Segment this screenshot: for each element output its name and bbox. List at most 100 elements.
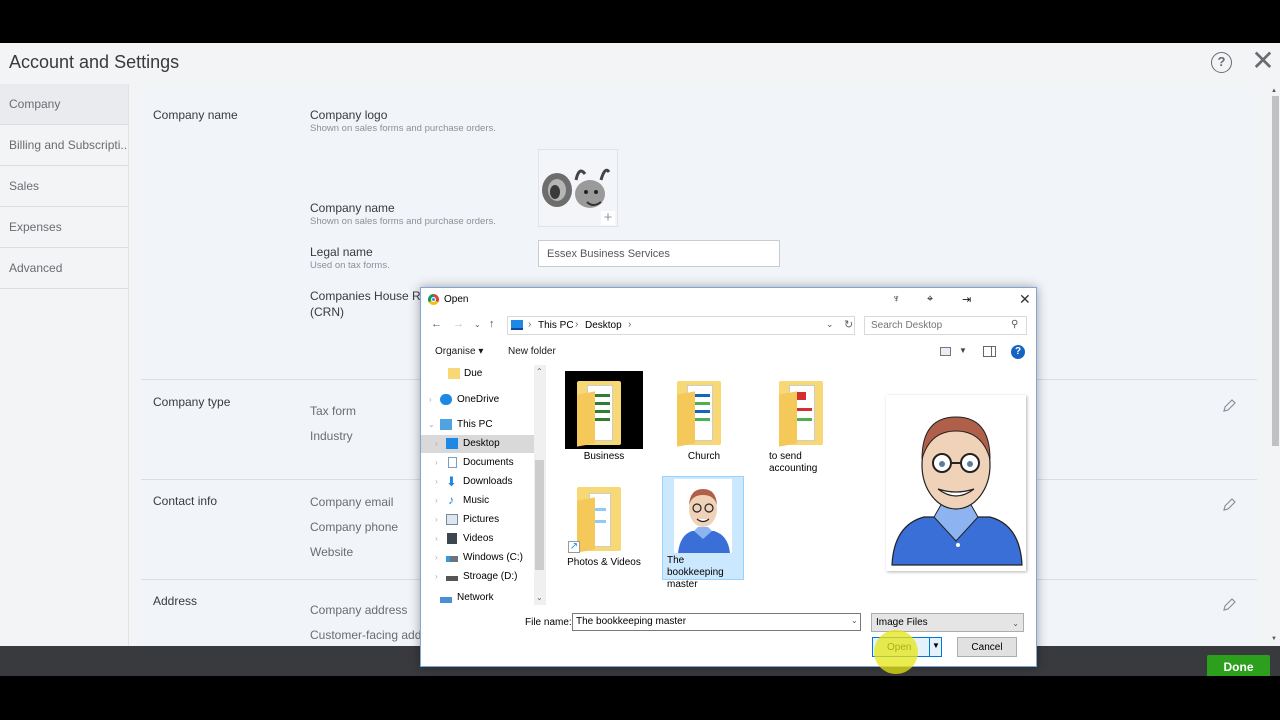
folder-shortcut-icon: ↗	[565, 477, 643, 555]
pencil-icon[interactable]	[1221, 597, 1237, 613]
navigation-row: ← → ⌄ ↑ › This PC › Desktop › ⌄ ↻ ⚲	[421, 316, 1036, 336]
file-item-business[interactable]: Business	[563, 371, 645, 463]
folder-icon	[448, 368, 460, 379]
question-circle-icon[interactable]: ?	[1211, 52, 1232, 73]
dialog-close-icon[interactable]: ✕	[1019, 291, 1031, 308]
folder-icon	[665, 371, 743, 449]
chevron-down-icon[interactable]: ⌄	[428, 416, 435, 434]
dialog-title-bar[interactable]: Open ♆ ⌖ ⇥ ✕	[421, 288, 1036, 312]
tree-scrollbar-thumb[interactable]	[535, 460, 544, 570]
tree-item-downloads[interactable]: › ⬇ Downloads	[421, 473, 534, 491]
pencil-icon[interactable]	[1221, 497, 1237, 513]
sidebar-item-company[interactable]: Company	[0, 84, 128, 125]
drive-icon	[446, 576, 458, 581]
up-arrow-icon[interactable]: ↑	[489, 318, 495, 330]
file-item-photos-videos[interactable]: ↗ Photos & Videos	[563, 477, 645, 569]
preview-pane	[868, 365, 1036, 605]
file-name: The bookkeeping master	[667, 555, 724, 590]
file-name-dropdown-icon[interactable]: ⌄	[851, 616, 858, 625]
pin-tool-icon[interactable]: ♆	[892, 293, 900, 305]
refresh-icon[interactable]: ↻	[844, 318, 853, 331]
page-scrollbar[interactable]: ▲ ▼	[1270, 88, 1280, 646]
open-button[interactable]: Open ▼	[872, 637, 942, 657]
close-icon[interactable]: ✕	[1251, 47, 1275, 75]
help-icon[interactable]: ?	[1011, 345, 1025, 359]
done-button[interactable]: Done	[1207, 655, 1270, 676]
tree-item-pictures[interactable]: › Pictures	[421, 511, 534, 529]
scroll-up-arrow-icon[interactable]: ▲	[1271, 88, 1277, 94]
open-file-dialog: Open ♆ ⌖ ⇥ ✕ ← → ⌄ ↑ › This PC › Desktop…	[420, 287, 1037, 674]
file-name: to send accounting	[769, 451, 818, 474]
change-view-icon[interactable]	[940, 347, 951, 356]
company-name-input[interactable]	[538, 240, 780, 267]
section-label: Company name	[153, 108, 238, 122]
view-options-dropdown-icon[interactable]: ▼	[959, 346, 967, 355]
scroll-down-arrow-icon[interactable]: ▼	[1271, 636, 1277, 642]
chevron-right-icon[interactable]: ›	[429, 391, 432, 409]
address-dropdown-icon[interactable]: ⌄	[826, 319, 834, 330]
address-bar[interactable]: › This PC › Desktop › ⌄ ↻	[507, 316, 855, 335]
chevron-right-icon[interactable]: ›	[435, 473, 438, 491]
onedrive-icon	[440, 394, 452, 405]
chevron-right-icon[interactable]: ›	[435, 492, 438, 510]
tree-item-windows-c[interactable]: › Windows (C:)	[421, 549, 534, 567]
company-logo-label: Company logo	[310, 108, 388, 122]
drive-icon	[446, 556, 458, 562]
chevron-right-icon[interactable]: ›	[435, 530, 438, 548]
search-desktop-input[interactable]	[864, 316, 1027, 335]
export-tool-icon[interactable]: ⇥	[962, 293, 971, 306]
plus-icon[interactable]: +	[601, 210, 615, 225]
crosshair-tool-icon[interactable]: ⌖	[927, 293, 933, 306]
forward-arrow-icon[interactable]: →	[453, 318, 464, 330]
tree-item-onedrive[interactable]: › OneDrive	[421, 391, 534, 409]
tree-item-due[interactable]: Due	[421, 365, 534, 383]
chevron-right-icon[interactable]: ›	[435, 435, 438, 453]
sidebar-item-advanced[interactable]: Advanced	[0, 248, 128, 289]
company-phone-label: Company phone	[310, 520, 399, 534]
file-name-input[interactable]: The bookkeeping master	[572, 613, 861, 631]
tax-form-label: Tax form	[310, 404, 357, 418]
legal-name-label: Legal name	[310, 245, 373, 259]
breadcrumb-this-pc[interactable]: This PC	[538, 320, 574, 331]
scroll-up-arrow-icon[interactable]: ⌃	[536, 367, 543, 376]
computer-icon	[440, 419, 452, 430]
tree-item-storage-d[interactable]: › Stroage (D:)	[421, 568, 534, 586]
navigation-tree: Due › OneDrive ⌄ This PC › Desktop › Doc…	[421, 365, 546, 605]
search-icon[interactable]: ⚲	[1011, 319, 1018, 330]
company-logo-upload[interactable]: +	[538, 149, 618, 227]
file-item-bookkeeping-master[interactable]: The bookkeeping master	[662, 476, 744, 590]
tree-item-documents[interactable]: › Documents	[421, 454, 534, 472]
tree-scrollbar[interactable]: ⌃ ⌄	[534, 365, 545, 605]
page-title: Account and Settings	[9, 52, 180, 72]
new-folder-button[interactable]: New folder	[508, 346, 556, 357]
back-arrow-icon[interactable]: ←	[431, 318, 442, 330]
tree-item-this-pc[interactable]: ⌄ This PC	[421, 416, 534, 434]
scrollbar-thumb[interactable]	[1272, 96, 1279, 446]
scroll-down-arrow-icon[interactable]: ⌄	[536, 593, 543, 602]
company-logo-hint: Shown on sales forms and purchase orders…	[310, 123, 496, 134]
chevron-right-icon[interactable]: ›	[435, 549, 438, 567]
legal-name-hint: Used on tax forms.	[310, 260, 390, 271]
recent-locations-chevron-icon[interactable]: ⌄	[474, 320, 481, 329]
sidebar-item-sales[interactable]: Sales	[0, 166, 128, 207]
chevron-right-icon[interactable]: ›	[435, 568, 438, 586]
cancel-button[interactable]: Cancel	[957, 637, 1017, 657]
pictures-icon	[446, 514, 458, 525]
file-item-to-send-accounting[interactable]: to send accounting	[765, 371, 847, 475]
tree-item-desktop[interactable]: › Desktop	[421, 435, 534, 453]
sidebar-item-expenses[interactable]: Expenses	[0, 207, 128, 248]
tree-item-network[interactable]: Network	[421, 593, 534, 605]
breadcrumb-desktop[interactable]: Desktop	[585, 320, 622, 331]
open-dropdown-icon[interactable]: ▼	[932, 641, 940, 650]
chevron-right-icon[interactable]: ›	[435, 511, 438, 529]
tree-item-videos[interactable]: › Videos	[421, 530, 534, 548]
sidebar-item-billing[interactable]: Billing and Subscripti...	[0, 125, 128, 166]
tree-item-music[interactable]: › ♪ Music	[421, 492, 534, 510]
preview-pane-icon[interactable]	[983, 346, 996, 357]
file-item-church[interactable]: Church	[663, 371, 745, 463]
documents-icon	[448, 457, 457, 468]
pencil-icon[interactable]	[1221, 398, 1237, 414]
organise-menu[interactable]: Organise ▾	[435, 346, 483, 357]
file-type-select[interactable]: Image Files ⌄	[871, 613, 1024, 632]
chevron-right-icon[interactable]: ›	[435, 454, 438, 472]
